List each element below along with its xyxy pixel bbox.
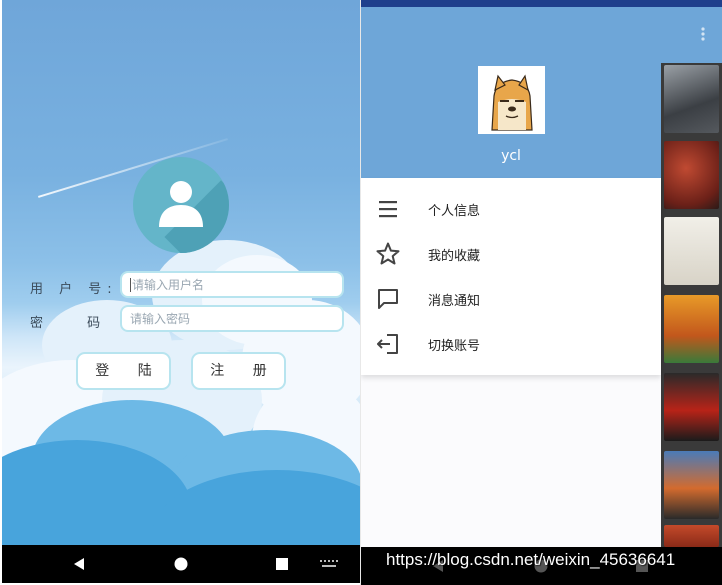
login-button[interactable]: 登 陆 — [76, 352, 171, 390]
overflow-menu-icon[interactable] — [701, 27, 705, 41]
home-icon[interactable] — [174, 557, 188, 571]
logout-icon — [377, 334, 398, 354]
menu-item-label: 切换账号 — [428, 339, 481, 354]
watermark-url: https://blog.csdn.net/weixin_45636641 — [386, 550, 676, 569]
photo-thumb[interactable] — [664, 141, 719, 209]
profile-username: ycl — [501, 148, 521, 164]
password-input[interactable]: 请输入密码 — [120, 305, 344, 332]
user-icon — [159, 181, 203, 227]
menu-item-label: 我的收藏 — [428, 249, 481, 264]
login-screen: 用 户 号: 请输入用户名 密 码: 请输入密码 登 陆 注 册 — [2, 0, 361, 583]
drawer-header: ycl — [361, 7, 661, 178]
photo-thumb[interactable] — [664, 295, 719, 363]
photo-thumb[interactable] — [664, 217, 719, 285]
photo-thumb[interactable] — [664, 65, 719, 133]
register-button[interactable]: 注 册 — [191, 352, 286, 390]
star-icon — [376, 242, 400, 265]
drawer-menu: 个人信息 我的收藏 消息通知 切换账号 — [361, 178, 661, 375]
keyboard-icon[interactable] — [320, 560, 338, 568]
photo-thumb[interactable] — [664, 525, 719, 547]
status-bar — [361, 0, 722, 7]
login-avatar — [133, 157, 229, 253]
menu-item-favorites[interactable]: 我的收藏 — [361, 231, 661, 276]
menu-lines-icon — [379, 201, 397, 218]
username-label: 用 户 号: — [30, 282, 118, 297]
menu-item-label: 个人信息 — [428, 204, 481, 219]
menu-item-label: 消息通知 — [428, 294, 481, 309]
photo-thumb[interactable] — [664, 451, 719, 519]
photo-thumb[interactable] — [664, 373, 719, 441]
profile-avatar[interactable] — [478, 66, 545, 134]
username-input[interactable]: 请输入用户名 — [120, 271, 344, 298]
back-icon[interactable] — [72, 557, 86, 571]
recents-icon[interactable] — [275, 557, 289, 571]
drawer-screen: ycl 个人信息 我的收藏 消息通知 切换账号 https://blog.csd… — [361, 0, 722, 585]
doge-avatar-icon — [478, 66, 545, 134]
background-photo-list — [661, 7, 722, 547]
chat-bubble-icon — [378, 289, 398, 309]
menu-item-notifications[interactable]: 消息通知 — [361, 276, 661, 321]
android-nav-bar — [2, 545, 361, 583]
menu-item-profile[interactable]: 个人信息 — [361, 186, 661, 231]
menu-item-switch-account[interactable]: 切换账号 — [361, 321, 661, 366]
